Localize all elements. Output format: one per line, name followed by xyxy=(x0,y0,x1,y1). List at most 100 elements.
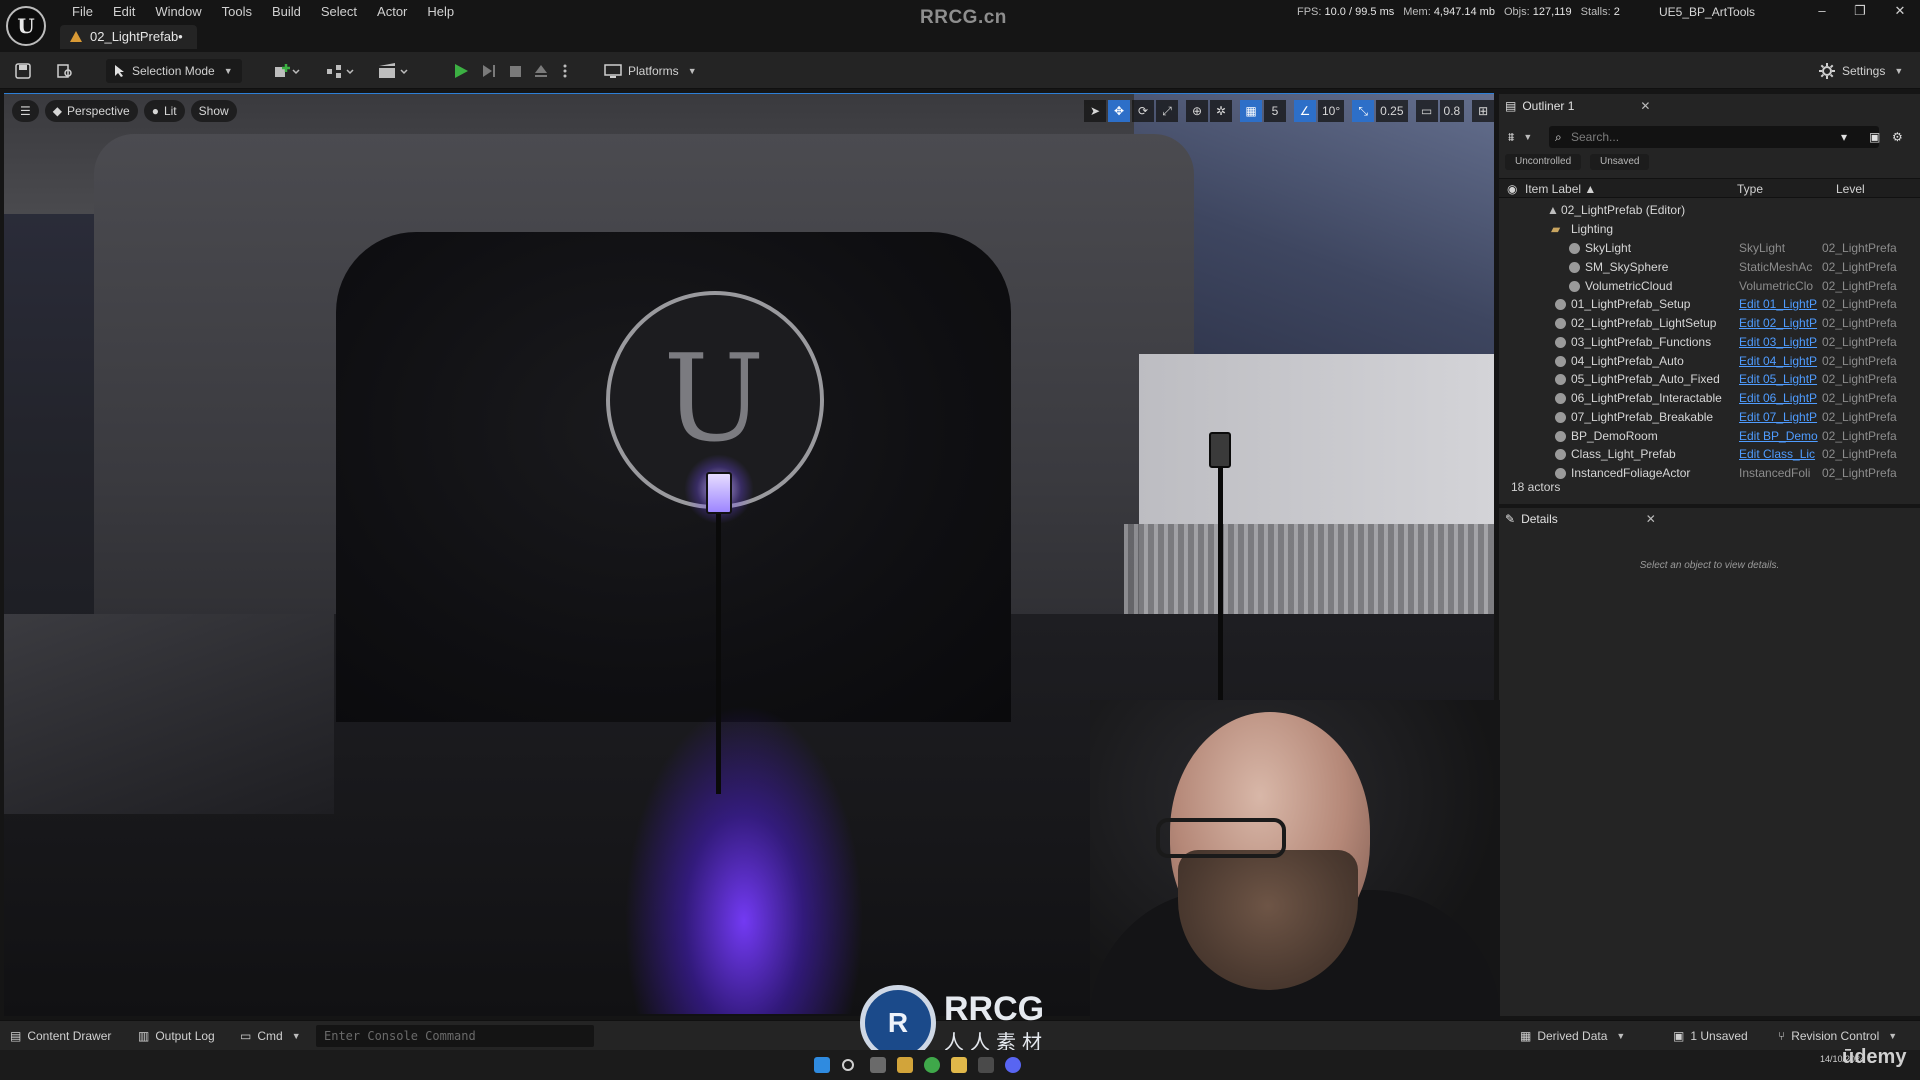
play-icon[interactable] xyxy=(452,59,470,83)
outliner-actor-row[interactable]: 06_LightPrefab_Interactable Edit 06_Light… xyxy=(1499,389,1901,408)
minimize-icon[interactable]: – xyxy=(1808,2,1836,20)
unreal-taskbar-icon[interactable] xyxy=(978,1057,994,1073)
discord-app-icon[interactable] xyxy=(1005,1057,1021,1073)
outliner-tab[interactable]: ▤ Outliner 1 ✕ xyxy=(1505,95,1650,117)
search-dropdown-icon[interactable]: ▾ xyxy=(1841,126,1847,148)
close-window-icon[interactable]: ✕ xyxy=(1886,2,1914,20)
tree-root-row[interactable]: ▲ 02_LightPrefab (Editor) xyxy=(1499,201,1901,220)
outliner-actor-row[interactable]: Class_Light_Prefab Edit Class_Lic 02_Light… xyxy=(1499,445,1901,464)
actor-count: 18 actors xyxy=(1511,480,1561,494)
derived-data-button[interactable]: ▦ Derived Data ▼ xyxy=(1520,1021,1625,1051)
outliner-settings-icon[interactable]: ⚙ xyxy=(1892,126,1903,148)
rotate-tool-icon[interactable]: ⟳ xyxy=(1132,100,1154,122)
details-tab[interactable]: ✎ Details ✕ xyxy=(1505,508,1656,530)
outliner-search-input[interactable]: Search... xyxy=(1549,126,1879,148)
filter-button[interactable]: ⩩ ▼ xyxy=(1508,126,1532,148)
rotation-snap-value[interactable]: 10° xyxy=(1318,100,1345,122)
outliner-actor-row[interactable]: 07_LightPrefab_Breakable Edit 07_LightP 02… xyxy=(1499,408,1901,427)
menu-help[interactable]: Help xyxy=(417,3,464,21)
outliner-actor-row[interactable]: SkyLight SkyLight 02_LightPrefa xyxy=(1499,239,1901,258)
dark-lamp[interactable] xyxy=(1209,432,1231,468)
close-icon[interactable]: ✕ xyxy=(1646,512,1656,526)
console-command-input[interactable]: Enter Console Command xyxy=(316,1025,594,1047)
outliner-actor-row[interactable]: SM_SkySphere StaticMeshAc 02_LightPrefa xyxy=(1499,258,1901,277)
scale-snap-value[interactable]: 0.25 xyxy=(1376,100,1408,122)
edit-blueprint-link[interactable]: Edit 04_LightP xyxy=(1739,352,1819,371)
grid-size-value[interactable]: 5 xyxy=(1264,100,1286,122)
cmd-dropdown[interactable]: ▭ Cmd ▼ xyxy=(240,1021,301,1051)
visibility-eye-icon[interactable]: ◉ xyxy=(1507,182,1517,196)
outliner-actor-row[interactable]: 02_LightPrefab_LightSetup Edit 02_LightP 0… xyxy=(1499,314,1901,333)
selection-mode-dropdown[interactable]: Selection Mode ▼ xyxy=(106,59,242,83)
surface-snap-icon[interactable]: ✲ xyxy=(1210,100,1232,122)
content-drawer-button[interactable]: ▤ Content Drawer xyxy=(10,1021,111,1051)
menu-edit[interactable]: Edit xyxy=(103,3,145,21)
unreal-logo-icon[interactable]: U xyxy=(6,6,46,46)
view-mode-button[interactable]: ● Lit xyxy=(143,100,185,122)
select-tool-icon[interactable]: ➤ xyxy=(1084,100,1106,122)
edit-blueprint-link[interactable]: Edit 06_LightP xyxy=(1739,389,1819,408)
edit-blueprint-link[interactable]: Edit 02_LightP xyxy=(1739,314,1819,333)
windows-start-icon[interactable] xyxy=(814,1057,830,1073)
save-icon[interactable] xyxy=(14,59,32,83)
viewport-layout-icon[interactable]: ⊞ xyxy=(1472,100,1494,122)
column-item-label[interactable]: Item Label ▲ xyxy=(1525,182,1596,196)
menu-actor[interactable]: Actor xyxy=(367,3,417,21)
outliner-actor-row[interactable]: 01_LightPrefab_Setup Edit 01_LightP 02_Lig… xyxy=(1499,295,1901,314)
filter-chip-uncontrolled[interactable]: Uncontrolled xyxy=(1505,154,1582,170)
menu-file[interactable]: File xyxy=(62,3,103,21)
menu-select[interactable]: Select xyxy=(311,3,367,21)
rotation-snap-icon[interactable]: ∠ xyxy=(1294,100,1316,122)
add-actor-button[interactable] xyxy=(272,59,302,83)
restore-icon[interactable]: ❐ xyxy=(1846,2,1874,20)
viewport-options-button[interactable]: ☰ xyxy=(12,100,39,122)
task-view-icon[interactable] xyxy=(870,1057,886,1073)
browse-icon[interactable] xyxy=(56,59,74,83)
settings-dropdown[interactable]: Settings ▼ xyxy=(1818,59,1903,83)
play-options-icon[interactable] xyxy=(562,59,568,83)
column-level[interactable]: Level xyxy=(1836,182,1865,196)
close-icon[interactable]: ✕ xyxy=(1640,99,1650,113)
camera-speed-value[interactable]: 0.8 xyxy=(1439,100,1465,122)
stop-icon[interactable] xyxy=(506,59,524,83)
camera-speed-icon[interactable]: ▭ xyxy=(1415,100,1438,122)
edit-blueprint-link[interactable]: Edit 07_LightP xyxy=(1739,408,1819,427)
platforms-dropdown[interactable]: Platforms ▼ xyxy=(604,59,697,83)
taskbar-search-icon[interactable] xyxy=(842,1059,854,1071)
menu-build[interactable]: Build xyxy=(262,3,311,21)
purple-lamp[interactable] xyxy=(706,472,732,514)
scale-snap-icon[interactable]: ⤡ xyxy=(1352,100,1375,122)
blueprints-button[interactable] xyxy=(324,59,356,83)
edit-blueprint-link[interactable]: Edit 01_LightP xyxy=(1739,295,1819,314)
perspective-button[interactable]: ◆ Perspective xyxy=(44,100,138,122)
outliner-actor-row[interactable]: 05_LightPrefab_Auto_Fixed Edit 05_LightP 0… xyxy=(1499,370,1901,389)
edit-blueprint-link[interactable]: Edit 03_LightP xyxy=(1739,333,1819,352)
output-log-button[interactable]: ▥ Output Log xyxy=(138,1021,215,1051)
grid-snap-icon[interactable]: ▦ xyxy=(1240,100,1262,122)
chrome-app-icon[interactable] xyxy=(924,1057,940,1073)
cinematics-button[interactable] xyxy=(376,59,410,83)
outliner-actor-row[interactable]: 04_LightPrefab_Auto Edit 04_LightP 02_Ligh… xyxy=(1499,352,1901,371)
unsaved-button[interactable]: ▣ 1 Unsaved xyxy=(1673,1021,1748,1051)
outliner-actor-row[interactable]: BP_DemoRoom Edit BP_Demo 02_LightPrefa xyxy=(1499,427,1901,446)
eject-icon[interactable] xyxy=(532,59,550,83)
step-icon[interactable] xyxy=(480,59,498,83)
file-explorer-icon[interactable] xyxy=(951,1057,967,1073)
filter-chip-unsaved[interactable]: Unsaved xyxy=(1590,154,1650,170)
menu-tools[interactable]: Tools xyxy=(212,3,262,21)
edit-blueprint-link[interactable]: Edit 05_LightP xyxy=(1739,370,1819,389)
level-document-tab[interactable]: 02_LightPrefab• xyxy=(60,25,197,49)
world-space-icon[interactable]: ⊕ xyxy=(1186,100,1208,122)
edit-blueprint-link[interactable]: Edit BP_Demo xyxy=(1739,427,1819,446)
menu-window[interactable]: Window xyxy=(145,3,211,21)
scale-tool-icon[interactable]: ⤢ xyxy=(1156,100,1178,122)
add-folder-icon[interactable]: ▣ xyxy=(1869,126,1880,148)
translate-tool-icon[interactable]: ✥ xyxy=(1108,100,1130,122)
show-button[interactable]: Show xyxy=(190,100,237,122)
outliner-actor-row[interactable]: 03_LightPrefab_Functions Edit 03_LightP 02… xyxy=(1499,333,1901,352)
outliner-actor-row[interactable]: VolumetricCloud VolumetricClo 02_LightPref… xyxy=(1499,277,1901,296)
edit-blueprint-link[interactable]: Edit Class_Lic xyxy=(1739,445,1819,464)
mail-app-icon[interactable] xyxy=(897,1057,913,1073)
column-type[interactable]: Type xyxy=(1737,182,1763,196)
tree-folder-row[interactable]: ▰ Lighting xyxy=(1499,220,1901,239)
